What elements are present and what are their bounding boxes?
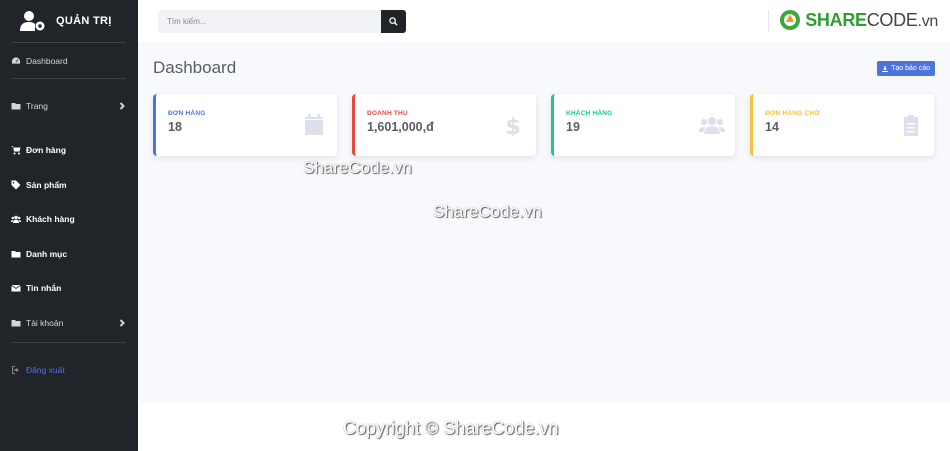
- watermark-text: ShareCode.vn: [303, 158, 412, 177]
- sidebar-item-label: Tin nhắn: [26, 283, 62, 294]
- main-content: Dashboard Tạo báo cáo ĐƠN HÀNG 18 DOANH …: [138, 42, 950, 403]
- sidebar-item-khach-hang[interactable]: Khách hàng: [0, 202, 138, 237]
- folder-icon: [10, 249, 21, 259]
- sidebar-brand[interactable]: QUẢN TRỊ: [0, 0, 138, 42]
- sidebar-item-dashboard[interactable]: Dashboard: [0, 43, 138, 78]
- sidebar-item-label: Dashboard: [26, 55, 68, 66]
- sidebar-item-trang[interactable]: Trang: [0, 79, 138, 133]
- logo-code-text: CODE: [866, 9, 918, 30]
- dollar-icon: $: [502, 114, 524, 140]
- chevron-right-icon: [118, 102, 126, 110]
- logo-vn-text: .vn: [917, 12, 939, 30]
- search-icon: [389, 16, 398, 26]
- topbar-divider: [768, 10, 769, 32]
- sidebar-item-san-pham[interactable]: Sản phẩm: [0, 168, 138, 203]
- tag-icon: [10, 180, 21, 190]
- sidebar-item-logout[interactable]: Đăng xuất: [0, 353, 138, 388]
- sidebar-item-label: Danh mục: [26, 248, 68, 259]
- stat-card-revenue[interactable]: DOANH THU 1,601,000,đ $: [352, 94, 536, 156]
- sharecode-logo: SHARECODE.vn: [779, 9, 938, 31]
- dashboard-icon: [10, 56, 21, 66]
- stat-cards: ĐƠN HÀNG 18 DOANH THU 1,601,000,đ $ KHÁC…: [153, 94, 934, 156]
- sidebar-divider: [12, 342, 126, 343]
- sidebar: QUẢN TRỊ Dashboard Trang Đơn hàng Sản ph…: [0, 0, 138, 451]
- sidebar-item-label: Sản phẩm: [26, 179, 67, 190]
- svg-text:$: $: [505, 115, 520, 136]
- watermark-text: ShareCode.vn: [433, 202, 542, 221]
- copyright-watermark: Copyright © ShareCode.vn: [343, 418, 559, 438]
- search-button[interactable]: [381, 9, 406, 33]
- sidebar-brand-text: QUẢN TRỊ: [56, 15, 112, 27]
- sidebar-item-label: Trang: [26, 101, 48, 111]
- sidebar-item-danh-muc[interactable]: Danh mục: [0, 237, 138, 272]
- sharecode-logo-text: SHARECODE.vn: [805, 10, 938, 31]
- sidebar-item-label: Đơn hàng: [26, 145, 67, 156]
- folder-icon: [10, 101, 21, 111]
- calendar-icon: [303, 114, 325, 136]
- sidebar-item-tin-nhan[interactable]: Tin nhắn: [0, 271, 138, 306]
- chevron-right-icon: [118, 319, 126, 327]
- page-title: Dashboard: [153, 58, 237, 77]
- users-icon: [10, 214, 21, 224]
- sidebar-item-label: Khách hàng: [26, 214, 75, 225]
- search-input[interactable]: [158, 9, 381, 33]
- topbar: SHARECODE.vn: [138, 0, 950, 42]
- sign-out-icon: [10, 365, 21, 375]
- download-icon: [882, 65, 889, 72]
- clipboard-icon: [900, 114, 922, 136]
- stat-card-pending-orders[interactable]: ĐƠN HÀNG CHỜ 14: [750, 94, 934, 156]
- users-icon: [699, 114, 725, 136]
- generate-report-label: Tạo báo cáo: [891, 65, 930, 72]
- generate-report-button[interactable]: Tạo báo cáo: [877, 61, 935, 76]
- stat-card-customers[interactable]: KHÁCH HÀNG 19: [551, 94, 735, 156]
- stat-card-orders[interactable]: ĐƠN HÀNG 18: [153, 94, 337, 156]
- user-cog-icon: [20, 11, 45, 31]
- logo-share-text: SHARE: [805, 9, 867, 30]
- search-group: [158, 9, 406, 33]
- sidebar-item-label: Tài khoản: [26, 317, 64, 328]
- cart-icon: [10, 145, 21, 155]
- sidebar-item-don-hang[interactable]: Đơn hàng: [0, 133, 138, 168]
- sidebar-item-tai-khoan[interactable]: Tài khoản: [0, 306, 138, 341]
- sharecode-logo-icon: [780, 10, 801, 30]
- sidebar-item-label: Đăng xuất: [26, 365, 65, 376]
- folder-icon: [10, 318, 21, 328]
- envelope-icon: [10, 283, 21, 293]
